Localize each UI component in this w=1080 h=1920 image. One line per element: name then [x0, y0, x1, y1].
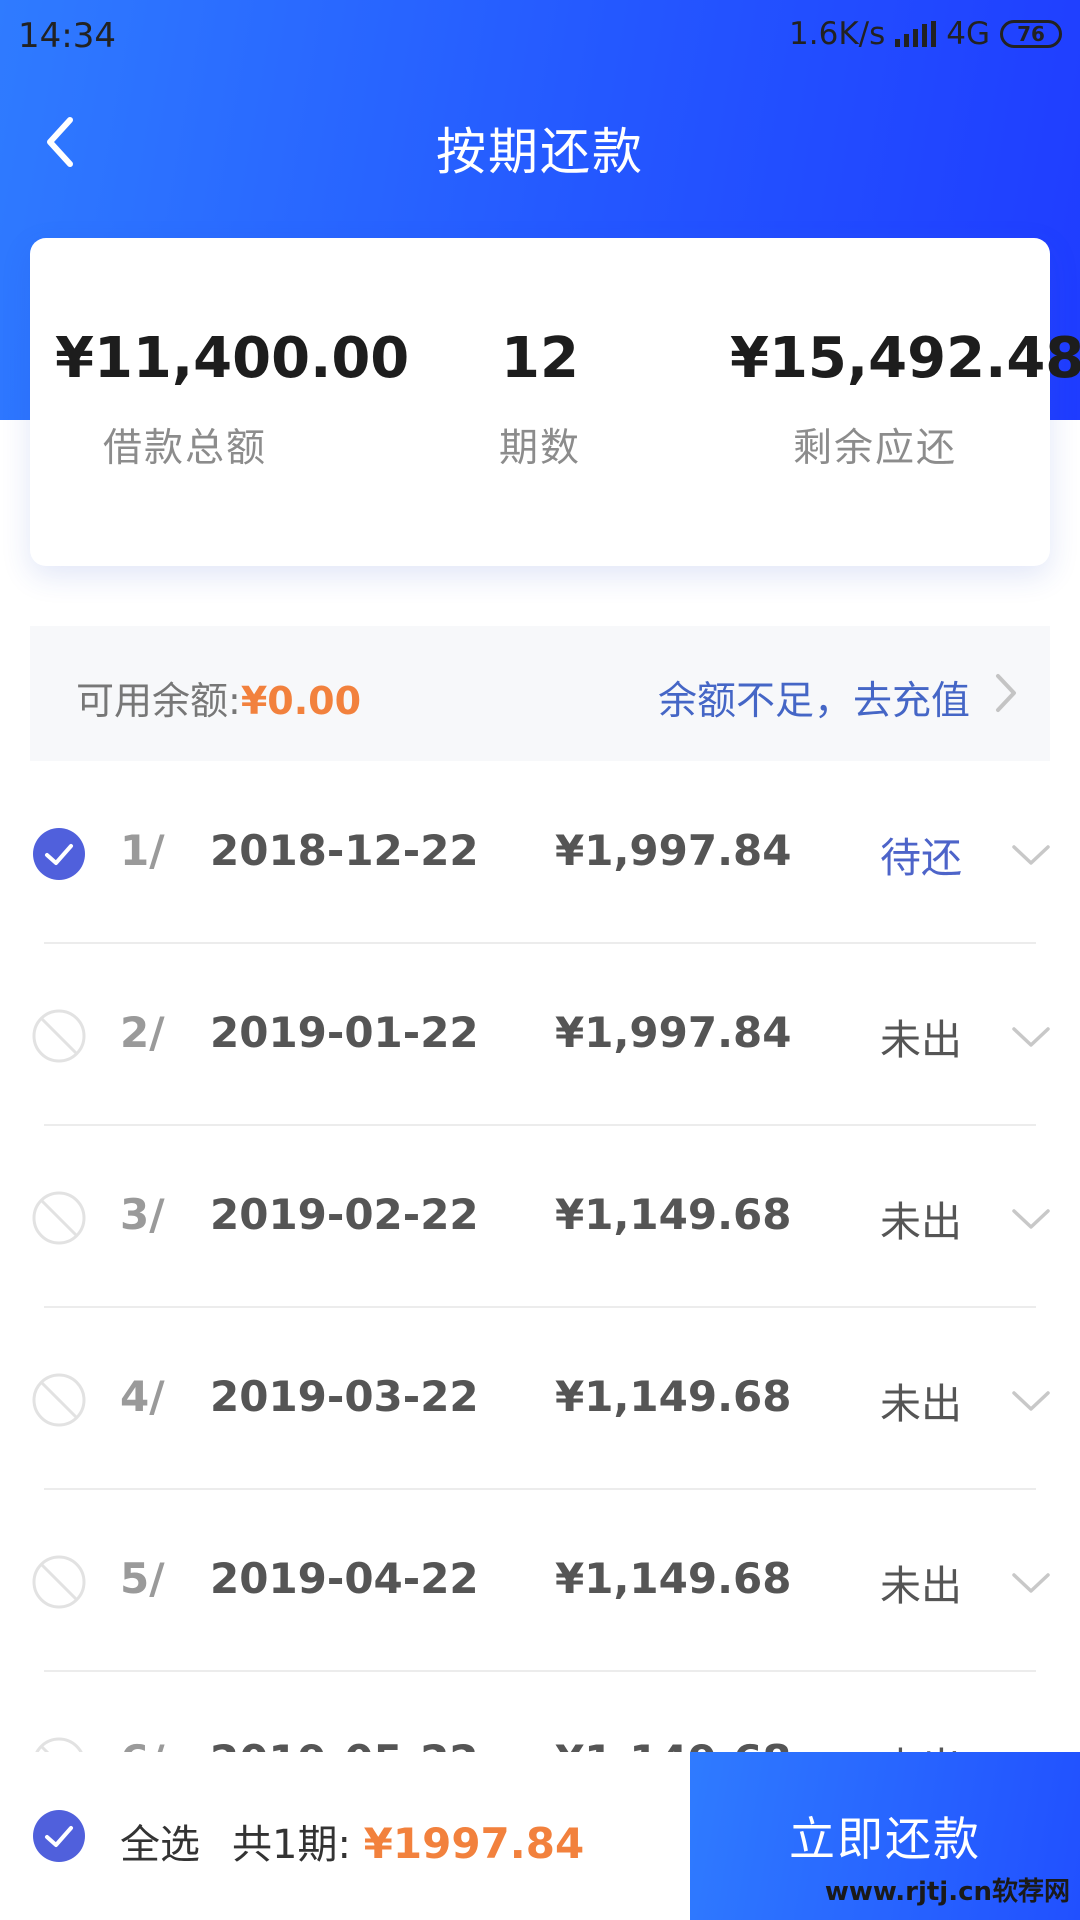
status-bar: 14:34 1.6K/s 4G 76 [0, 0, 1080, 76]
recharge-link[interactable]: 余额不足，去充值 [658, 670, 970, 726]
balance-label: 可用余额: [76, 679, 241, 723]
loan-total-value: ¥11,400.00 [55, 326, 410, 391]
installment-row[interactable]: 5/ 2019-04-22 ¥1,149.68 未出 [0, 1490, 1080, 1672]
no-entry-icon [32, 1191, 86, 1245]
installment-date: 2019-01-22 [210, 1008, 479, 1057]
installment-amount: ¥1,149.68 [555, 1554, 792, 1603]
status-time: 14:34 [18, 16, 116, 56]
no-entry-icon [32, 1373, 86, 1427]
chevron-down-icon[interactable] [1010, 1206, 1052, 1232]
installment-index: 1/ [120, 826, 165, 875]
installment-index: 2/ [120, 1008, 165, 1057]
periods-label: 期数 [498, 426, 581, 471]
chevron-down-icon[interactable] [1010, 1570, 1052, 1596]
installment-index: 3/ [120, 1190, 165, 1239]
no-entry-icon [32, 1009, 86, 1063]
balance-bar: 可用余额:¥0.00 余额不足，去充值 [30, 626, 1050, 761]
periods-value: 12 [501, 326, 579, 391]
check-circle-icon[interactable] [32, 1809, 86, 1863]
status-indicators: 1.6K/s 4G 76 [789, 16, 1062, 52]
select-all-label[interactable]: 全选 [120, 1822, 200, 1868]
network-type: 4G [946, 16, 990, 52]
selection-summary: 全选 共1期: ¥1997.84 [120, 1812, 584, 1870]
installment-status: 未出 [880, 1380, 962, 1428]
periods-stat: 12 期数 [430, 326, 650, 473]
installment-status: 未出 [880, 1198, 962, 1246]
remaining-value: ¥15,492.48 [730, 326, 1080, 391]
network-speed: 1.6K/s [789, 16, 886, 52]
selected-count: 共1期: [232, 1822, 351, 1868]
balance-info: 可用余额:¥0.00 [76, 670, 361, 725]
installment-row[interactable]: 3/ 2019-02-22 ¥1,149.68 未出 [0, 1126, 1080, 1308]
installment-date: 2019-04-22 [210, 1554, 479, 1603]
installment-amount: ¥1,149.68 [555, 1372, 792, 1421]
installment-row[interactable]: 2/ 2019-01-22 ¥1,997.84 未出 [0, 944, 1080, 1126]
installment-row[interactable]: 1/ 2018-12-22 ¥1,997.84 待还 [0, 762, 1080, 944]
signal-icon [895, 21, 937, 47]
installment-date: 2019-03-22 [210, 1372, 479, 1421]
installment-amount: ¥1,997.84 [555, 1008, 792, 1057]
battery-icon: 76 [1000, 20, 1062, 48]
no-entry-icon [32, 1555, 86, 1609]
installment-date: 2018-12-22 [210, 826, 479, 875]
installment-date: 2019-02-22 [210, 1190, 479, 1239]
installment-index: 4/ [120, 1372, 165, 1421]
balance-amount: ¥0.00 [240, 679, 362, 723]
chevron-down-icon[interactable] [1010, 1024, 1052, 1050]
chevron-right-icon[interactable] [990, 670, 1020, 716]
installment-index: 5/ [120, 1554, 165, 1603]
check-circle-icon[interactable] [32, 827, 86, 881]
installment-status: 未出 [880, 1016, 962, 1064]
remaining-stat: ¥15,492.48 剩余应还 [730, 326, 1080, 473]
page-title: 按期还款 [436, 123, 644, 181]
installment-status: 待还 [880, 834, 962, 882]
remaining-label: 剩余应还 [792, 426, 957, 471]
watermark: www.rjtj.cn软荐网 [824, 1877, 1070, 1907]
installment-amount: ¥1,997.84 [555, 826, 792, 875]
installment-amount: ¥1,149.68 [555, 1190, 792, 1239]
selected-total: ¥1997.84 [363, 1819, 585, 1868]
chevron-down-icon[interactable] [1010, 1388, 1052, 1414]
loan-total-stat: ¥11,400.00 借款总额 [55, 326, 410, 473]
summary-card: ¥11,400.00 借款总额 12 期数 ¥15,492.48 剩余应还 [30, 238, 1080, 566]
installment-status: 未出 [880, 1562, 962, 1610]
installment-row[interactable]: 4/ 2019-03-22 ¥1,149.68 未出 [0, 1308, 1080, 1490]
loan-total-label: 借款总额 [102, 426, 267, 471]
chevron-down-icon[interactable] [1010, 842, 1052, 868]
